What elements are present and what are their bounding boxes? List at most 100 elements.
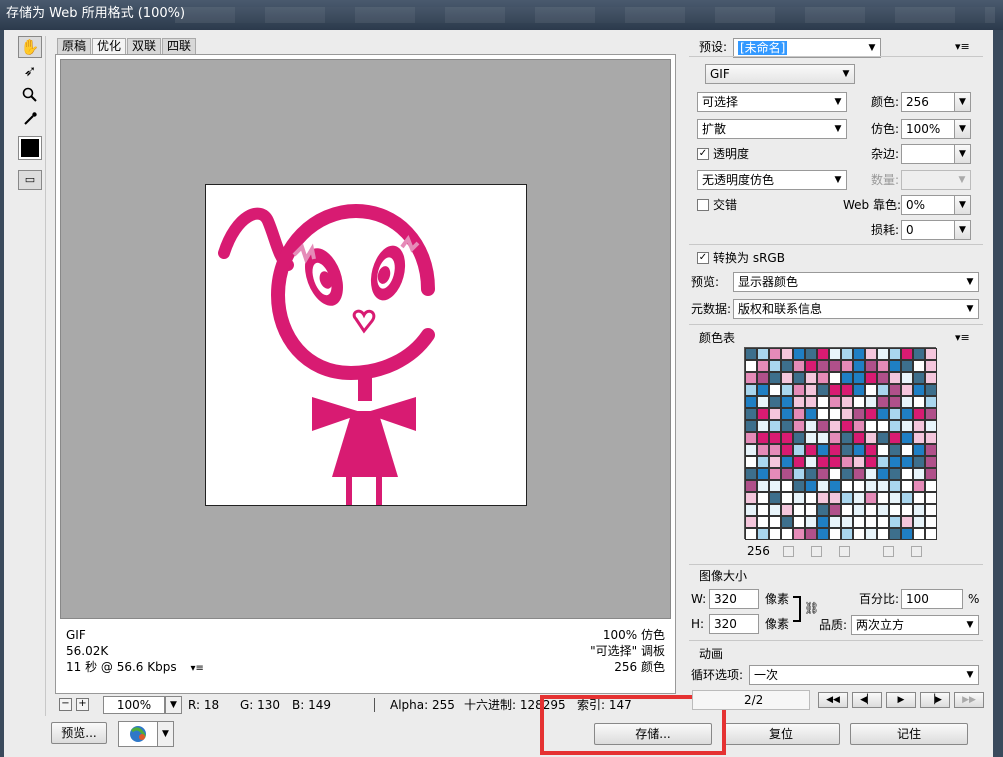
color-swatch[interactable] xyxy=(757,384,769,396)
color-swatch[interactable] xyxy=(793,348,805,360)
color-swatch[interactable] xyxy=(781,396,793,408)
color-swatch[interactable] xyxy=(841,528,853,540)
color-swatch[interactable] xyxy=(913,384,925,396)
preview-button[interactable]: 预览... xyxy=(51,722,107,744)
color-swatch[interactable] xyxy=(865,372,877,384)
color-swatch[interactable] xyxy=(889,504,901,516)
color-swatch[interactable] xyxy=(781,516,793,528)
color-swatch[interactable] xyxy=(925,456,937,468)
color-swatch[interactable] xyxy=(889,468,901,480)
eyedropper-color-swatch[interactable] xyxy=(18,136,42,160)
color-swatch[interactable] xyxy=(925,444,937,456)
color-swatch[interactable] xyxy=(745,480,757,492)
color-swatch[interactable] xyxy=(901,372,913,384)
color-swatch[interactable] xyxy=(913,504,925,516)
convert-srgb-checkbox[interactable]: ✓ xyxy=(697,252,709,264)
color-swatch[interactable] xyxy=(817,504,829,516)
color-swatch[interactable] xyxy=(901,456,913,468)
color-swatch[interactable] xyxy=(853,468,865,480)
color-swatch[interactable] xyxy=(757,408,769,420)
color-swatch[interactable] xyxy=(769,372,781,384)
color-swatch[interactable] xyxy=(901,396,913,408)
color-swatch[interactable] xyxy=(805,456,817,468)
color-swatch[interactable] xyxy=(793,528,805,540)
color-swatch[interactable] xyxy=(805,396,817,408)
color-swatch[interactable] xyxy=(769,504,781,516)
web-snap-input[interactable]: 0% ▼ xyxy=(901,195,971,215)
height-input[interactable]: 320 xyxy=(709,614,759,634)
color-swatch[interactable] xyxy=(853,444,865,456)
color-swatch[interactable] xyxy=(805,504,817,516)
color-table-grid[interactable] xyxy=(744,347,937,540)
map-to-transparent-icon[interactable] xyxy=(783,546,794,557)
color-swatch[interactable] xyxy=(829,516,841,528)
next-frame-icon[interactable]: ▕▶ xyxy=(920,692,950,708)
color-swatch[interactable] xyxy=(913,432,925,444)
color-swatch[interactable] xyxy=(781,384,793,396)
color-swatch[interactable] xyxy=(853,396,865,408)
color-swatch[interactable] xyxy=(853,504,865,516)
color-swatch[interactable] xyxy=(865,456,877,468)
color-swatch[interactable] xyxy=(841,444,853,456)
preset-select[interactable]: [未命名] ▼ xyxy=(733,38,881,58)
color-swatch[interactable] xyxy=(889,516,901,528)
color-swatch[interactable] xyxy=(865,516,877,528)
color-swatch[interactable] xyxy=(841,360,853,372)
color-swatch[interactable] xyxy=(793,432,805,444)
color-swatch[interactable] xyxy=(757,456,769,468)
color-swatch[interactable] xyxy=(757,480,769,492)
color-swatch[interactable] xyxy=(877,492,889,504)
color-swatch[interactable] xyxy=(745,492,757,504)
color-swatch[interactable] xyxy=(769,396,781,408)
color-swatch[interactable] xyxy=(781,480,793,492)
color-swatch[interactable] xyxy=(889,348,901,360)
color-swatch[interactable] xyxy=(877,432,889,444)
metadata-select[interactable]: 版权和联系信息 ▼ xyxy=(733,299,979,319)
color-swatch[interactable] xyxy=(745,504,757,516)
color-swatch[interactable] xyxy=(829,372,841,384)
color-swatch[interactable] xyxy=(853,408,865,420)
matte-select[interactable]: ▼ xyxy=(901,144,971,164)
color-swatch[interactable] xyxy=(925,360,937,372)
color-swatch[interactable] xyxy=(841,384,853,396)
color-swatch[interactable] xyxy=(889,396,901,408)
color-swatch[interactable] xyxy=(781,492,793,504)
color-swatch[interactable] xyxy=(913,468,925,480)
color-swatch[interactable] xyxy=(817,468,829,480)
browser-preview-button[interactable] xyxy=(118,721,158,747)
color-swatch[interactable] xyxy=(817,456,829,468)
color-swatch[interactable] xyxy=(805,492,817,504)
zoom-out-icon[interactable]: − xyxy=(59,698,72,711)
color-table-menu-icon[interactable]: ▾≡ xyxy=(955,331,970,344)
color-swatch[interactable] xyxy=(901,420,913,432)
color-swatch[interactable] xyxy=(829,468,841,480)
color-swatch[interactable] xyxy=(829,432,841,444)
color-swatch[interactable] xyxy=(829,492,841,504)
color-swatch[interactable] xyxy=(781,420,793,432)
color-swatch[interactable] xyxy=(877,444,889,456)
color-swatch[interactable] xyxy=(805,360,817,372)
color-swatch[interactable] xyxy=(913,408,925,420)
color-swatch[interactable] xyxy=(865,420,877,432)
color-swatch[interactable] xyxy=(745,456,757,468)
color-swatch[interactable] xyxy=(841,480,853,492)
color-swatch[interactable] xyxy=(781,456,793,468)
color-swatch[interactable] xyxy=(865,360,877,372)
color-swatch[interactable] xyxy=(745,444,757,456)
color-swatch[interactable] xyxy=(817,528,829,540)
color-swatch[interactable] xyxy=(829,396,841,408)
color-swatch[interactable] xyxy=(925,372,937,384)
color-reduction-select[interactable]: 可选择 ▼ xyxy=(697,92,847,112)
color-swatch[interactable] xyxy=(853,528,865,540)
color-swatch[interactable] xyxy=(781,504,793,516)
color-swatch[interactable] xyxy=(877,408,889,420)
color-swatch[interactable] xyxy=(925,420,937,432)
color-swatch[interactable] xyxy=(865,480,877,492)
color-swatch[interactable] xyxy=(817,384,829,396)
play-icon[interactable]: ▶ xyxy=(886,692,916,708)
color-swatch[interactable] xyxy=(769,360,781,372)
new-color-icon[interactable] xyxy=(883,546,894,557)
transparency-dither-select[interactable]: 无透明度仿色 ▼ xyxy=(697,170,847,190)
color-swatch[interactable] xyxy=(889,372,901,384)
loop-options-select[interactable]: 一次 ▼ xyxy=(749,665,979,685)
